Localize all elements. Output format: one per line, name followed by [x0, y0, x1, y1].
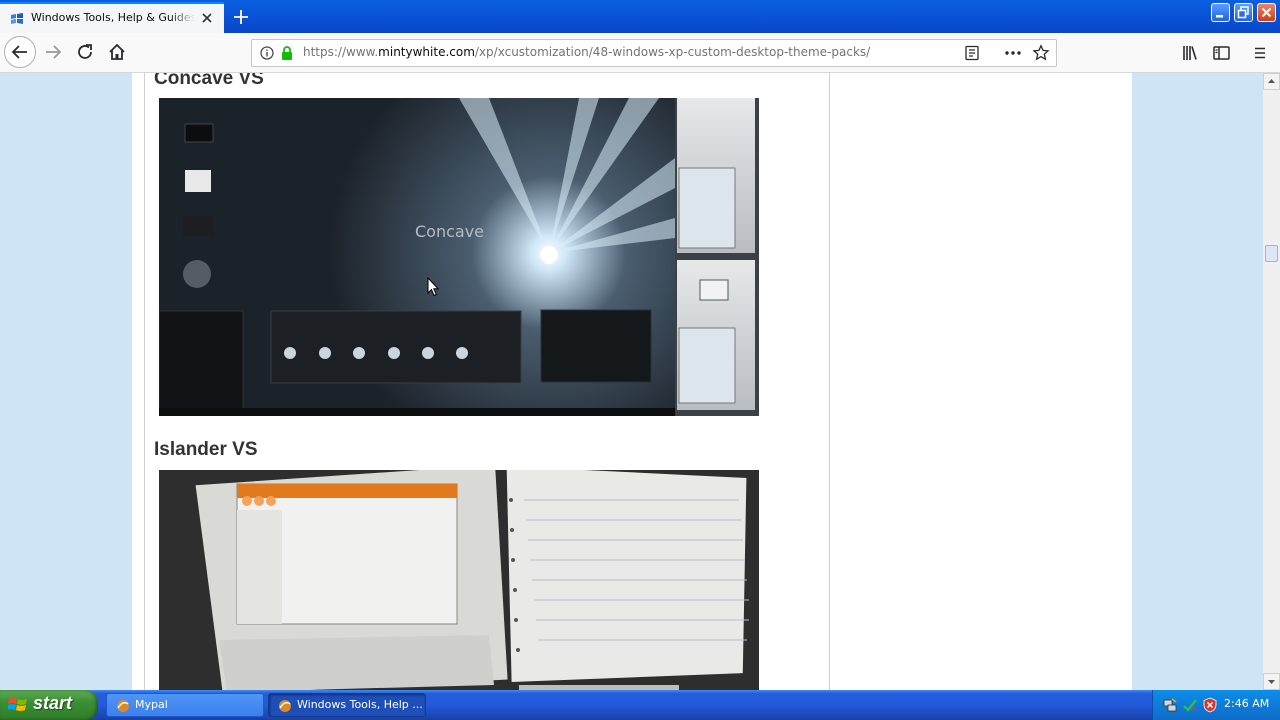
- tab-close-icon[interactable]: [199, 10, 215, 26]
- lock-icon[interactable]: [280, 45, 294, 61]
- security-check-tray-icon[interactable]: [1182, 697, 1198, 713]
- restore-button[interactable]: [1234, 3, 1253, 22]
- scroll-down-icon[interactable]: [1263, 673, 1280, 690]
- url-prefix: https://www.: [303, 45, 379, 59]
- forward-arrow-icon: [46, 45, 62, 59]
- taskbar-item-label: Windows Tools, Help ...: [297, 698, 423, 711]
- library-button[interactable]: [1176, 39, 1204, 67]
- mypal-app-icon: [279, 700, 291, 712]
- section-heading-concave: Concave VS: [154, 73, 264, 89]
- taskbar-clock[interactable]: 2:46 AM: [1224, 697, 1269, 710]
- security-shield-tray-icon[interactable]: [1202, 697, 1218, 713]
- hamburger-menu-icon: [1255, 47, 1265, 59]
- concave-theme-preview: [159, 98, 759, 416]
- home-button[interactable]: [102, 37, 132, 67]
- minimize-button[interactable]: [1211, 3, 1230, 22]
- taskbar-item-label: Mypal: [135, 698, 168, 711]
- url-text[interactable]: https://www.mintywhite.com/xp/xcustomiza…: [303, 45, 870, 59]
- scroll-up-icon[interactable]: [1263, 73, 1280, 90]
- section-heading-islander: Islander VS: [154, 439, 258, 460]
- reload-icon: [78, 44, 92, 59]
- library-icon: [1183, 46, 1197, 60]
- start-button[interactable]: start: [0, 690, 98, 720]
- tab-windows-tools[interactable]: Windows Tools, Help & Guides » Bl: [0, 2, 224, 33]
- page-viewport[interactable]: Concave VS Concave Islander VS: [0, 73, 1263, 690]
- url-bar[interactable]: https://www.mintywhite.com/xp/xcustomiza…: [251, 39, 1057, 67]
- info-icon[interactable]: [260, 46, 274, 60]
- new-tab-icon[interactable]: [231, 7, 251, 27]
- concave-vs-screenshot[interactable]: Concave: [159, 98, 759, 416]
- title-tab-bar: Windows Tools, Help & Guides » Bl: [0, 0, 1280, 33]
- start-label: start: [33, 693, 73, 713]
- vertical-scrollbar[interactable]: [1263, 73, 1280, 690]
- home-icon: [109, 43, 125, 60]
- islander-vs-screenshot[interactable]: [159, 470, 759, 690]
- back-arrow-icon: [11, 45, 27, 59]
- mypal-app-icon: [117, 700, 129, 712]
- taskbar-item-windows-tools[interactable]: Windows Tools, Help ...: [268, 693, 426, 717]
- sidebar-button[interactable]: [1207, 39, 1235, 67]
- sidebar-icon: [1213, 46, 1230, 60]
- navigation-toolbar: https://www.mintywhite.com/xp/xcustomiza…: [0, 33, 1280, 73]
- network-tray-icon[interactable]: [1162, 697, 1178, 713]
- windows-taskbar: start Mypal Windows Tools, Help ... 2:46…: [0, 690, 1280, 720]
- reload-button[interactable]: [71, 37, 101, 67]
- url-domain: mintywhite.com: [378, 45, 475, 59]
- forward-button[interactable]: [40, 37, 70, 67]
- windows-flag-icon: [8, 698, 27, 711]
- page-actions-icon[interactable]: [1004, 45, 1022, 61]
- browser-favicon: [11, 13, 23, 24]
- menu-button[interactable]: [1246, 39, 1274, 67]
- reader-view-icon[interactable]: [964, 45, 980, 61]
- taskbar-item-mypal[interactable]: Mypal: [106, 693, 264, 717]
- window-close-button[interactable]: [1257, 3, 1276, 22]
- concave-logo-text: Concave: [415, 222, 485, 241]
- back-button[interactable]: [4, 36, 36, 68]
- page-container: Concave VS Concave Islander VS: [132, 73, 1132, 690]
- tab-title: Windows Tools, Help & Guides » Bl: [31, 11, 195, 24]
- scroll-thumb[interactable]: [1265, 245, 1278, 262]
- bookmark-star-icon[interactable]: [1032, 44, 1050, 62]
- mouse-cursor-icon: [427, 277, 439, 297]
- islander-theme-preview: [159, 470, 759, 690]
- system-tray: 2:46 AM: [1152, 690, 1280, 720]
- page-sidebar: [829, 73, 1132, 690]
- article-column: Concave VS Concave Islander VS: [144, 73, 830, 690]
- url-path: /xp/xcustomization/48-windows-xp-custom-…: [474, 45, 871, 59]
